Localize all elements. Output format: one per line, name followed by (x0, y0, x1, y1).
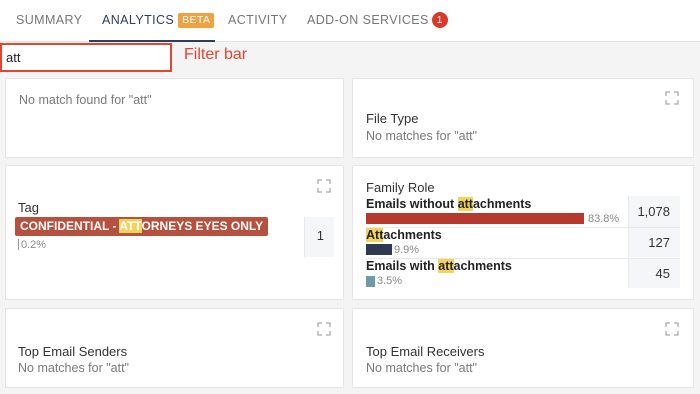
label-before: Emails with (366, 259, 439, 273)
beta-badge: BETA (178, 13, 215, 28)
family-role-percent: 83.8% (588, 213, 620, 225)
family-role-label-emails-with-attachments: Emails with attachments (366, 259, 512, 273)
label-after: achments (472, 197, 532, 211)
tag-count: 1 (304, 217, 334, 257)
expand-icon[interactable] (317, 322, 331, 336)
expand-icon[interactable] (317, 179, 331, 193)
family-role-title: Family Role (366, 180, 435, 195)
file-type-card: File Type No matches for "att" (352, 78, 694, 158)
tag-pill-highlight: ATT (119, 219, 142, 233)
filter-input[interactable] (0, 43, 172, 72)
label-before: Emails without (366, 197, 458, 211)
tag-confidential-attorneys-eyes-only[interactable]: CONFIDENTIAL - ATTORNEYS EYES ONLY (15, 217, 269, 236)
family-role-label-emails-without-attachments: Emails without attachments (366, 197, 531, 211)
tag-title: Tag (18, 200, 39, 215)
top-email-receivers-title: Top Email Receivers (366, 344, 485, 359)
label-highlight: att (438, 259, 454, 273)
filter-bar-annotation: Filter bar (184, 46, 248, 63)
family-role-count: 1,078 (628, 196, 680, 227)
family-role-bar (366, 213, 584, 224)
no-match-text: No match found for "att" (19, 93, 152, 107)
tab-addon-label: ADD-ON SERVICES (307, 13, 429, 27)
tab-analytics-label: ANALYTICS (102, 13, 175, 27)
expand-icon[interactable] (665, 91, 679, 105)
no-match-card: No match found for "att" (5, 78, 344, 158)
top-email-senders-no-matches: No matches for "att" (18, 361, 129, 375)
addon-count-badge: 1 (431, 12, 448, 28)
top-email-receivers-card: Top Email Receivers No matches for "att" (352, 308, 694, 388)
tag-pill-before: CONFIDENTIAL - (20, 219, 120, 233)
family-role-label-attachments: Attachments (366, 228, 442, 242)
tab-add-on-services[interactable]: ADD-ON SERVICES 1 (307, 0, 448, 42)
family-role-count: 127 (628, 228, 680, 257)
tab-bar: SUMMARY ANALYTICS BETA ACTIVITY ADD-ON SE… (0, 0, 700, 42)
family-role-bar (366, 276, 375, 287)
tag-percent: 0.2% (21, 239, 47, 251)
family-role-percent: 3.5% (377, 275, 403, 287)
family-role-count: 45 (628, 259, 680, 288)
top-email-senders-card: Top Email Senders No matches for "att" (5, 308, 344, 388)
tab-analytics[interactable]: ANALYTICS BETA (89, 0, 215, 42)
file-type-title: File Type (366, 111, 419, 126)
tab-summary-label: SUMMARY (16, 13, 83, 27)
label-highlight: Att (366, 228, 384, 242)
tag-percent-bar (18, 239, 19, 250)
top-email-receivers-no-matches: No matches for "att" (366, 361, 477, 375)
tag-pill-after: ORNEYS EYES ONLY (141, 219, 264, 233)
expand-icon[interactable] (665, 322, 679, 336)
tab-activity-label: ACTIVITY (228, 13, 288, 27)
tab-summary[interactable]: SUMMARY (16, 0, 82, 42)
family-role-percent: 9.9% (394, 244, 420, 256)
tab-activity[interactable]: ACTIVITY (228, 0, 287, 42)
label-after: achments (383, 228, 442, 242)
label-after: achments (453, 259, 512, 273)
label-highlight: att (457, 197, 473, 211)
family-role-bar (366, 244, 392, 255)
top-email-senders-title: Top Email Senders (18, 344, 128, 359)
file-type-no-matches: No matches for "att" (366, 129, 477, 143)
